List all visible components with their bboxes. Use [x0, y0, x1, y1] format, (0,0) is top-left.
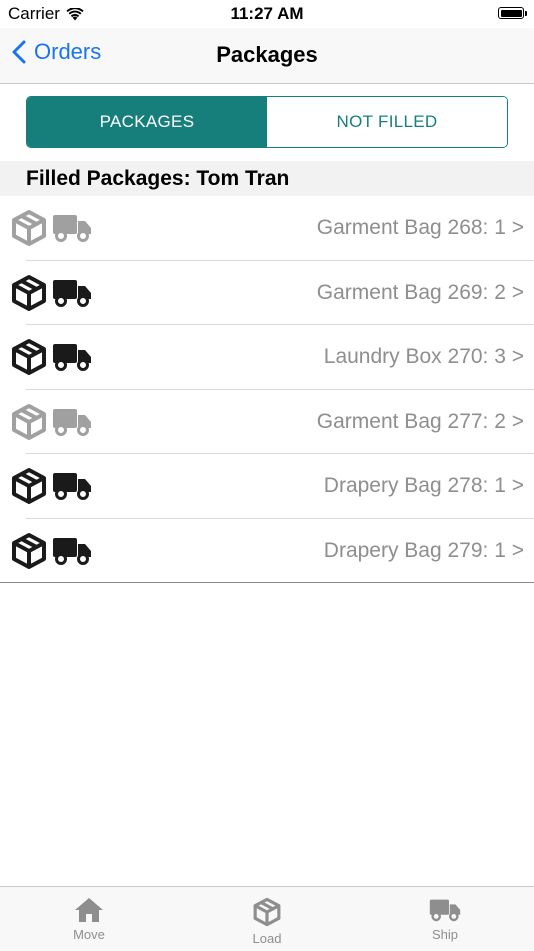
package-row[interactable]: Drapery Bag 279: 1 >	[0, 519, 534, 583]
segment-not-filled[interactable]: NOT FILLED	[267, 97, 507, 147]
package-list: Garment Bag 268: 1 > Garment Bag 269: 2 …	[0, 196, 534, 583]
package-label: Drapery Bag 278: 1 >	[323, 474, 524, 497]
package-row[interactable]: Garment Bag 277: 2 >	[0, 390, 534, 454]
package-label: Garment Bag 277: 2 >	[316, 409, 524, 433]
truck-icon	[53, 215, 91, 242]
navigation-bar: Orders Packages	[0, 28, 534, 84]
box-icon	[253, 897, 281, 927]
segment-packages[interactable]: PACKAGES	[27, 97, 267, 147]
section-title: Filled Packages: Tom Tran	[26, 167, 290, 190]
truck-icon	[53, 279, 91, 307]
status-time: 11:27 AM	[230, 4, 304, 23]
box-icon	[12, 339, 46, 375]
tab-bar: Move Load Ship	[0, 886, 534, 951]
box-icon	[12, 468, 46, 504]
home-icon	[75, 898, 103, 922]
tab-ship-label: Ship	[431, 927, 459, 942]
package-label: Laundry Box 270: 3 >	[323, 345, 524, 368]
truck-icon	[53, 344, 91, 371]
truck-icon	[53, 537, 91, 565]
box-icon	[12, 274, 46, 311]
tab-load[interactable]: Load	[178, 887, 356, 951]
truck-icon	[429, 899, 461, 922]
segmented-control: PACKAGES NOT FILLED	[26, 96, 508, 148]
box-icon	[12, 532, 46, 569]
battery-icon	[498, 7, 527, 19]
page-title: Packages	[216, 42, 318, 67]
package-row[interactable]: Garment Bag 268: 1 >	[0, 196, 534, 261]
package-row[interactable]: Laundry Box 270: 3 >	[0, 325, 534, 390]
package-label: Drapery Bag 279: 1 >	[323, 538, 524, 562]
tab-load-label: Load	[252, 931, 282, 946]
tab-move-label: Move	[73, 927, 105, 942]
truck-icon	[53, 408, 91, 436]
package-label: Garment Bag 268: 1 >	[316, 216, 524, 239]
tab-ship[interactable]: Ship	[356, 887, 534, 951]
package-row[interactable]: Drapery Bag 278: 1 >	[0, 454, 534, 519]
box-icon	[12, 403, 46, 440]
box-icon	[12, 210, 46, 246]
truck-icon	[53, 473, 91, 500]
tab-move[interactable]: Move	[0, 887, 178, 951]
status-bar: Carrier 11:27 AM	[0, 0, 534, 28]
list-bottom-border	[0, 581, 534, 583]
package-label: Garment Bag 269: 2 >	[316, 280, 524, 304]
section-header: Filled Packages: Tom Tran	[0, 161, 534, 196]
package-row[interactable]: Garment Bag 269: 2 >	[0, 261, 534, 325]
